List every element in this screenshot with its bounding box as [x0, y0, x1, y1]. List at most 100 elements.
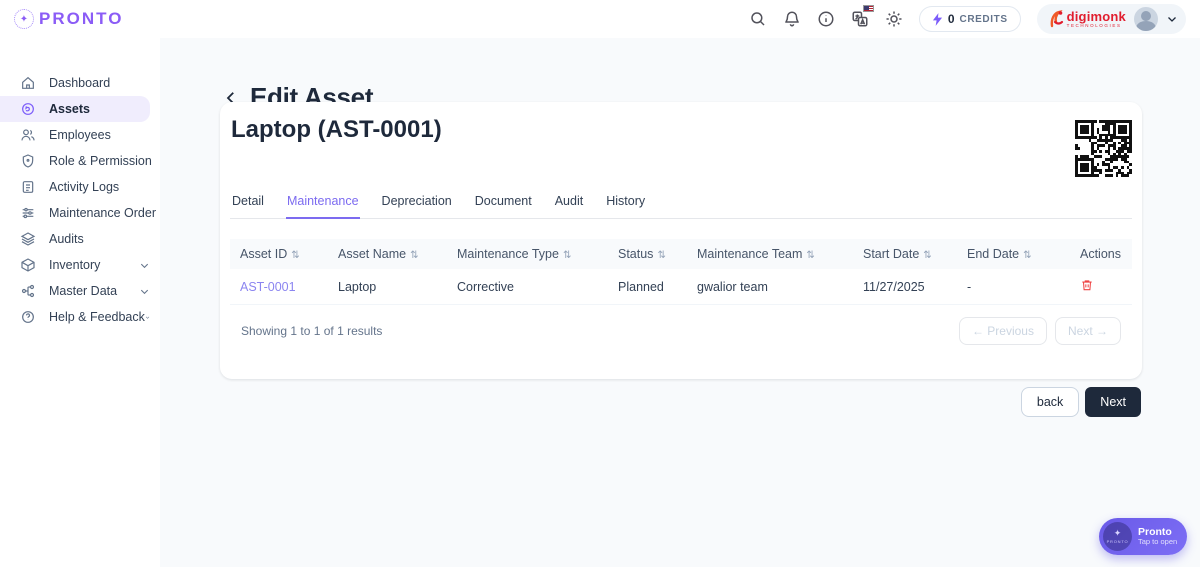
footer-actions: back Next	[1021, 387, 1141, 417]
us-flag-icon	[863, 5, 874, 12]
credits-badge[interactable]: 0 CREDITS	[919, 6, 1021, 32]
home-icon	[20, 75, 36, 91]
column-header-maintenance_team: Maintenance Team⇅	[687, 239, 853, 269]
tab-maintenance[interactable]: Maintenance	[286, 188, 360, 219]
sidebar-item-label: Help & Feedback	[49, 310, 145, 324]
pronto-widget-logo: ✦ PRONTO	[1103, 522, 1132, 551]
user-menu[interactable]: digimonk TECHNOLOGIES	[1037, 4, 1186, 34]
sort-icon[interactable]: ⇅	[291, 250, 299, 261]
cell-maintenance_team: gwalior team	[687, 269, 853, 305]
sidebar-item-role-permission[interactable]: Role & Permission	[0, 148, 160, 174]
logs-icon	[20, 179, 36, 195]
pagination: ← Previous Next →	[959, 317, 1121, 345]
layers-icon	[20, 231, 36, 247]
tab-audit[interactable]: Audit	[554, 188, 585, 219]
sidebar-item-activity-logs[interactable]: Activity Logs	[0, 174, 160, 200]
column-header-status: Status⇅	[608, 239, 687, 269]
chevron-down-icon[interactable]	[1166, 13, 1178, 25]
language-translate-icon[interactable]	[851, 10, 869, 28]
pronto-widget-text: Pronto Tap to open	[1138, 526, 1177, 547]
pronto-widget-logo-icon: ✦	[1114, 529, 1122, 538]
results-summary: Showing 1 to 1 of 1 results	[241, 324, 382, 338]
chevron-down-icon	[145, 312, 150, 323]
tab-depreciation[interactable]: Depreciation	[381, 188, 453, 219]
info-icon[interactable]	[817, 10, 835, 28]
asset-card: Laptop (AST-0001) Detail Maintenance Depre…	[220, 102, 1142, 379]
sidebar-item-label: Employees	[49, 128, 111, 142]
sidebar-item-maintenance-order[interactable]: Maintenance Order	[0, 200, 160, 226]
column-header-maintenance_type: Maintenance Type⇅	[447, 239, 608, 269]
sidebar-item-label: Audits	[49, 232, 84, 246]
asset-qr-code	[1075, 120, 1132, 177]
next-button[interactable]: Next	[1085, 387, 1141, 417]
sidebar-item-master-data[interactable]: Master Data	[0, 278, 160, 304]
sidebar-item-label: Maintenance Order	[49, 206, 156, 220]
credits-label: CREDITS	[960, 14, 1008, 25]
asset-title: Laptop (AST-0001)	[231, 116, 442, 144]
assets-icon	[20, 101, 36, 117]
sidebar-item-help-feedback[interactable]: Help & Feedback	[0, 304, 160, 330]
digimonk-name: digimonk	[1067, 10, 1126, 23]
sidebar-item-audits[interactable]: Audits	[0, 226, 160, 252]
sort-icon[interactable]: ⇅	[923, 250, 931, 261]
sidebar-item-dashboard[interactable]: Dashboard	[0, 70, 160, 96]
app-root: ✦ PRONTO 0 CREDITS	[0, 0, 1200, 567]
sidebar-item-inventory[interactable]: Inventory	[0, 252, 160, 278]
sidebar-item-label: Master Data	[49, 284, 117, 298]
column-header-asset_id: Asset ID⇅	[230, 239, 328, 269]
next-page-button[interactable]: Next →	[1055, 317, 1121, 345]
column-header-asset_name: Asset Name⇅	[328, 239, 447, 269]
digimonk-swoosh-icon	[1049, 9, 1065, 29]
sliders-icon	[20, 205, 36, 221]
sort-icon[interactable]: ⇅	[410, 250, 418, 261]
sort-icon[interactable]: ⇅	[806, 250, 814, 261]
column-header-start_date: Start Date⇅	[853, 239, 957, 269]
sort-icon[interactable]: ⇅	[657, 250, 665, 261]
search-icon[interactable]	[749, 10, 767, 28]
digimonk-logo: digimonk TECHNOLOGIES	[1049, 9, 1126, 29]
pronto-logo-text: PRONTO	[39, 9, 123, 29]
help-icon	[20, 309, 36, 325]
pronto-logo-icon: ✦	[14, 9, 34, 29]
user-avatar[interactable]	[1134, 7, 1158, 31]
column-header-actions: Actions	[1070, 239, 1132, 269]
tab-history[interactable]: History	[605, 188, 646, 219]
pronto-logo[interactable]: ✦ PRONTO	[14, 9, 123, 29]
sidebar-item-label: Activity Logs	[49, 180, 119, 194]
credits-count: 0	[948, 12, 955, 26]
pronto-widget-logo-text: PRONTO	[1107, 539, 1129, 544]
pronto-widget-subtitle: Tap to open	[1138, 538, 1177, 547]
theme-sun-icon[interactable]	[885, 10, 903, 28]
back-button[interactable]: back	[1021, 387, 1079, 417]
shield-icon	[20, 153, 36, 169]
chevron-down-icon	[139, 260, 150, 271]
tab-document[interactable]: Document	[474, 188, 533, 219]
delete-trash-icon[interactable]	[1080, 277, 1094, 293]
table-row: AST-0001LaptopCorrectivePlannedgwalior t…	[230, 269, 1132, 305]
topbar-actions: 0 CREDITS digimonk TECHNOLOGIES	[749, 4, 1186, 34]
sidebar-item-label: Dashboard	[49, 76, 110, 90]
tab-detail[interactable]: Detail	[231, 188, 265, 219]
tab-bar: Detail Maintenance Depreciation Document Aud…	[230, 188, 1132, 219]
notifications-bell-icon[interactable]	[783, 10, 801, 28]
branch-icon	[20, 283, 36, 299]
sort-icon[interactable]: ⇅	[563, 250, 571, 261]
previous-page-button[interactable]: ← Previous	[959, 317, 1047, 345]
cell-asset_name: Laptop	[328, 269, 447, 305]
chevron-down-icon	[139, 286, 150, 297]
cell-status: Planned	[608, 269, 687, 305]
maintenance-table: Asset ID⇅Asset Name⇅Maintenance Type⇅Sta…	[230, 239, 1132, 305]
table-header-row: Asset ID⇅Asset Name⇅Maintenance Type⇅Sta…	[230, 239, 1132, 269]
users-icon	[20, 127, 36, 143]
pronto-floating-widget[interactable]: ✦ PRONTO Pronto Tap to open	[1099, 518, 1187, 555]
cell-end_date: -	[957, 269, 1070, 305]
cell-asset_id[interactable]: AST-0001	[230, 269, 328, 305]
table-footer: Showing 1 to 1 of 1 results ← Previous N…	[230, 305, 1132, 345]
sort-icon[interactable]: ⇅	[1023, 250, 1031, 261]
sidebar-item-label: Inventory	[49, 258, 100, 272]
card-header: Laptop (AST-0001)	[230, 102, 1132, 188]
sidebar-item-assets[interactable]: Assets	[0, 96, 150, 122]
cell-actions	[1070, 269, 1132, 305]
sidebar-item-employees[interactable]: Employees	[0, 122, 160, 148]
cell-maintenance_type: Corrective	[447, 269, 608, 305]
